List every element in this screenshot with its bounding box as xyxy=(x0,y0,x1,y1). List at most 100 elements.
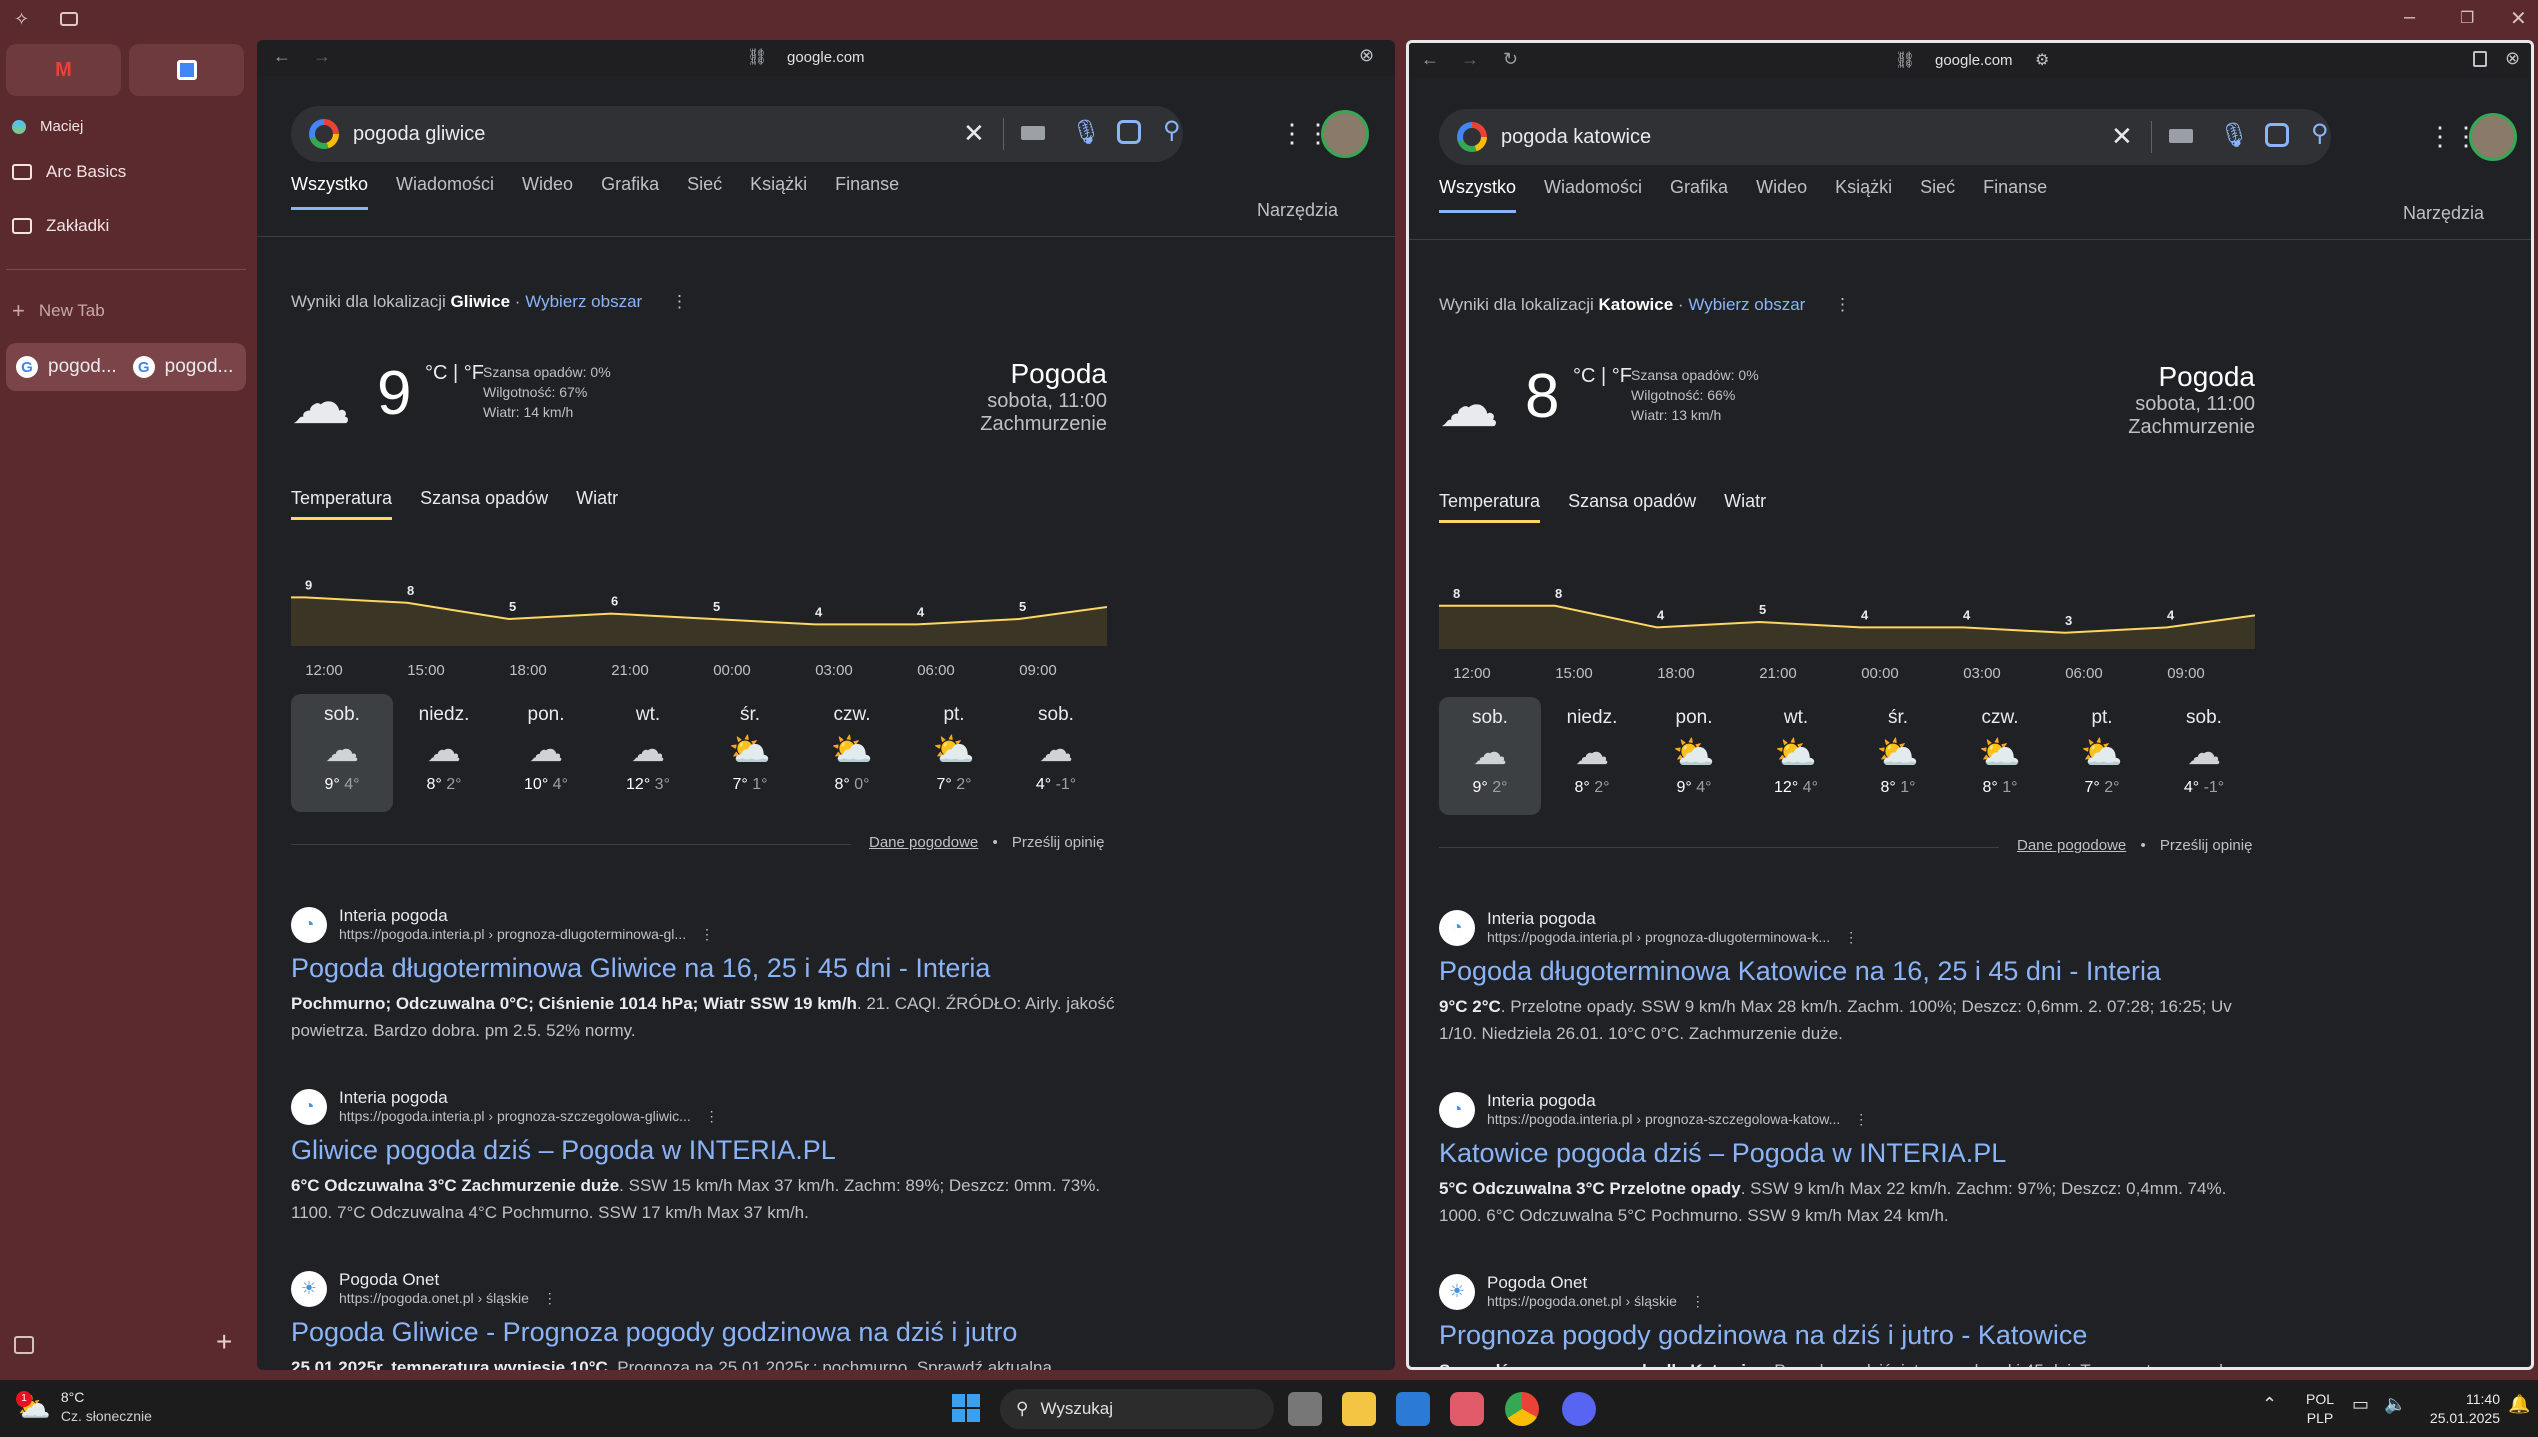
file-explorer-icon[interactable] xyxy=(1342,1392,1376,1426)
sidebar-toggle-icon[interactable] xyxy=(60,12,78,26)
tab-wszystko[interactable]: Wszystko xyxy=(291,174,369,210)
result-site[interactable]: ☀ Pogoda Onet https://pogoda.onet.pl › ślą… xyxy=(1439,1273,2269,1310)
tab-grafika[interactable]: Grafika xyxy=(601,174,659,195)
day-card[interactable]: wt. ⛅ 12° 4° xyxy=(1745,697,1847,815)
discord-icon[interactable] xyxy=(1562,1392,1596,1426)
lens-icon[interactable] xyxy=(1117,120,1141,144)
day-card[interactable]: śr. ⛅ 8° 1° xyxy=(1847,697,1949,815)
result-menu-icon[interactable]: ⋮ xyxy=(696,926,714,942)
day-card[interactable]: sob. ☁ 4° -1° xyxy=(1005,694,1107,812)
tab-książki[interactable]: Książki xyxy=(750,174,807,195)
day-card[interactable]: sob. ☁ 9° 2° xyxy=(1439,697,1541,815)
day-card[interactable]: pt. ⛅ 7° 2° xyxy=(903,694,1005,812)
address-bar[interactable]: ← → ⛓ google.com ⊗ xyxy=(257,40,1395,76)
result-site[interactable]: ◔ Interia pogoda https://pogoda.interia.pl… xyxy=(1439,909,2269,946)
forward-icon[interactable]: → xyxy=(313,46,331,67)
site-settings-icon[interactable]: ⚙ xyxy=(2035,50,2049,70)
day-card[interactable]: wt. ☁ 12° 3° xyxy=(597,694,699,812)
day-card[interactable]: czw. ⛅ 8° 0° xyxy=(801,694,903,812)
task-view-icon[interactable] xyxy=(1288,1392,1322,1426)
back-icon[interactable]: ← xyxy=(273,46,291,67)
split-view-icon[interactable] xyxy=(2473,51,2487,67)
tab-finanse[interactable]: Finanse xyxy=(1983,177,2047,198)
result-title[interactable]: Pogoda długoterminowa Katowice na 16, 25… xyxy=(1439,956,2269,987)
minimize-icon[interactable]: – xyxy=(2404,6,2415,29)
arc-browser-icon[interactable] xyxy=(1450,1392,1484,1426)
result-menu-icon[interactable]: ⋮ xyxy=(1687,1293,1705,1309)
more-options-icon[interactable]: ⋮ xyxy=(671,292,688,311)
feedback-link[interactable]: Prześlij opinię xyxy=(1012,834,1105,851)
result-menu-icon[interactable]: ⋮ xyxy=(539,1290,557,1306)
result-site[interactable]: ☀ Pogoda Onet https://pogoda.onet.pl › ślą… xyxy=(291,1270,1121,1307)
windows-start-icon[interactable] xyxy=(952,1394,980,1422)
close-pane-icon[interactable]: ⊗ xyxy=(1359,45,1374,66)
notifications-bell-icon[interactable]: 🔔 xyxy=(2508,1394,2530,1415)
tools-button[interactable]: Narzędzia xyxy=(2403,203,2484,224)
clock[interactable]: 11:40 25.01.2025 xyxy=(2424,1390,2500,1428)
archive-icon[interactable] xyxy=(14,1336,34,1354)
weather-widget-taskbar[interactable]: ⛅ 1 8°C Cz. słonecznie xyxy=(16,1388,152,1426)
mic-icon[interactable]: 🎙 xyxy=(1071,118,1101,147)
lens-icon[interactable] xyxy=(2265,123,2289,147)
tab-książki[interactable]: Książki xyxy=(1835,177,1892,198)
result-title[interactable]: Pogoda Gliwice - Prognoza pogody godzino… xyxy=(291,1317,1121,1348)
volume-icon[interactable]: 🔈 xyxy=(2384,1394,2406,1415)
search-icon[interactable]: ⚲ xyxy=(2311,119,2329,148)
choose-area-link[interactable]: Wybierz obszar xyxy=(525,292,642,311)
day-card[interactable]: sob. ☁ 4° -1° xyxy=(2153,697,2255,815)
result-menu-icon[interactable]: ⋮ xyxy=(1850,1111,1868,1127)
pinned-calendar[interactable] xyxy=(129,44,244,96)
search-input[interactable]: pogoda gliwice xyxy=(353,123,485,146)
day-card[interactable]: niedz. ☁ 8° 2° xyxy=(1541,697,1643,815)
result-menu-icon[interactable]: ⋮ xyxy=(1840,929,1858,945)
tab-wideo[interactable]: Wideo xyxy=(1756,177,1807,198)
avatar[interactable] xyxy=(1321,110,1369,158)
avatar[interactable] xyxy=(2469,113,2517,161)
store-icon[interactable] xyxy=(1396,1392,1430,1426)
tab-finanse[interactable]: Finanse xyxy=(835,174,899,195)
result-title[interactable]: Gliwice pogoda dziś – Pogoda w INTERIA.P… xyxy=(291,1135,1121,1166)
pinned-gmail[interactable]: M xyxy=(6,44,121,96)
day-card[interactable]: sob. ☁ 9° 4° xyxy=(291,694,393,812)
more-options-icon[interactable]: ⋮ xyxy=(1834,295,1851,314)
unit-toggle[interactable]: °C | °F xyxy=(425,362,484,385)
arc-logo-icon[interactable]: ✧ xyxy=(14,9,29,30)
sidebar-item-arc-basics[interactable]: Arc Basics xyxy=(12,162,126,182)
day-card[interactable]: niedz. ☁ 8° 2° xyxy=(393,694,495,812)
weather-data-link[interactable]: Dane pogodowe xyxy=(2017,837,2126,854)
taskbar-search[interactable]: ⚲ Wyszukaj xyxy=(1000,1389,1274,1429)
result-title[interactable]: Prognoza pogody godzinowa na dziś i jutr… xyxy=(1439,1320,2269,1351)
weather-subtab[interactable]: Temperatura xyxy=(1439,491,1541,523)
sidebar-item-bookmarks[interactable]: Zakładki xyxy=(12,216,109,236)
keyboard-icon[interactable] xyxy=(1021,126,1045,140)
add-icon[interactable]: + xyxy=(216,1326,232,1358)
reload-icon[interactable]: ↻ xyxy=(1503,49,1518,70)
weather-subtab[interactable]: Szansa opadów xyxy=(1568,491,1696,523)
result-title[interactable]: Pogoda długoterminowa Gliwice na 16, 25 … xyxy=(291,953,1121,984)
day-card[interactable]: czw. ⛅ 8° 1° xyxy=(1949,697,2051,815)
result-menu-icon[interactable]: ⋮ xyxy=(701,1108,719,1124)
profile-label[interactable]: Maciej xyxy=(12,118,83,135)
weather-subtab[interactable]: Temperatura xyxy=(291,488,393,520)
language-indicator[interactable]: POL PLP xyxy=(2306,1390,2334,1428)
tab-grafika[interactable]: Grafika xyxy=(1670,177,1728,198)
result-site[interactable]: ◔ Interia pogoda https://pogoda.interia.pl… xyxy=(1439,1091,2269,1128)
clear-icon[interactable]: ✕ xyxy=(2111,121,2133,152)
tab-sieć[interactable]: Sieć xyxy=(1920,177,1955,198)
address-bar[interactable]: ← → ↻ ⛓ google.com ⚙ ⊗ xyxy=(1409,43,2531,79)
weather-subtab[interactable]: Wiatr xyxy=(576,488,618,520)
unit-toggle[interactable]: °C | °F xyxy=(1573,365,1632,388)
weather-subtab[interactable]: Szansa opadów xyxy=(420,488,548,520)
search-icon[interactable]: ⚲ xyxy=(1163,116,1181,145)
mic-icon[interactable]: 🎙 xyxy=(2219,121,2249,150)
choose-area-link[interactable]: Wybierz obszar xyxy=(1688,295,1805,314)
close-pane-icon[interactable]: ⊗ xyxy=(2505,48,2520,69)
day-card[interactable]: pon. ☁ 10° 4° xyxy=(495,694,597,812)
tools-button[interactable]: Narzędzia xyxy=(1257,200,1338,221)
weather-data-link[interactable]: Dane pogodowe xyxy=(869,834,978,851)
result-site[interactable]: ◔ Interia pogoda https://pogoda.interia.pl… xyxy=(291,906,1121,943)
forward-icon[interactable]: → xyxy=(1461,49,1479,70)
chevron-up-icon[interactable]: ⌃ xyxy=(2262,1394,2277,1415)
search-box[interactable]: pogoda gliwice ✕ 🎙 ⚲ xyxy=(291,106,1183,162)
day-card[interactable]: pt. ⛅ 7° 2° xyxy=(2051,697,2153,815)
